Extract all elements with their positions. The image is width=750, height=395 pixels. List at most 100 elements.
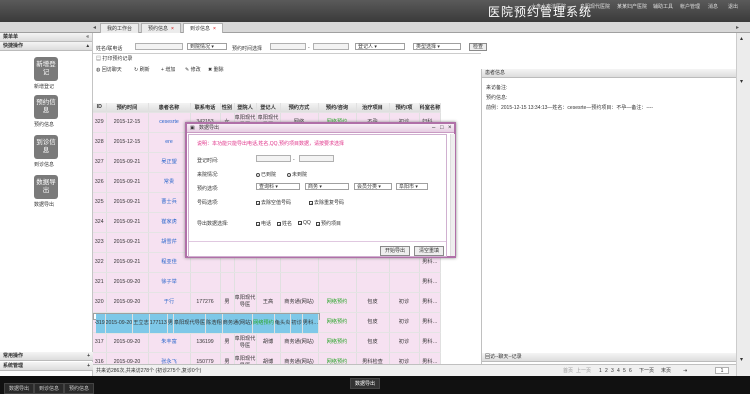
taskbar-item-appointments[interactable]: 预约信息 xyxy=(64,383,95,394)
registrar-select[interactable]: 登记人 ▾ xyxy=(355,43,405,50)
callback-chat-header[interactable]: 回访--聊天--记录 xyxy=(482,353,736,362)
sidebar-item-appointments[interactable]: 预约信息 xyxy=(34,121,54,128)
name-phone-input[interactable] xyxy=(135,43,183,50)
col-appt-method[interactable]: 预约方式 xyxy=(280,103,319,113)
sidebar-section[interactable]: 快捷操作 ▴ xyxy=(0,42,92,51)
close-icon[interactable]: × xyxy=(171,26,174,32)
topnav-item-3[interactable]: 辅助工具 xyxy=(653,3,673,10)
col-dept[interactable]: 科室名称 xyxy=(419,103,442,113)
close-icon[interactable]: × xyxy=(448,124,452,133)
col-visitor[interactable]: 登院人 xyxy=(234,103,257,113)
add-button[interactable]: + 增加 xyxy=(161,66,175,74)
checkbox-box: ✓ xyxy=(277,221,282,227)
export-name-checkbox[interactable]: ✓姓名 xyxy=(277,220,292,227)
visit-info-icon[interactable]: 到诊信息 xyxy=(34,135,58,159)
appt-time-end-input[interactable] xyxy=(313,43,349,50)
tab-visits[interactable]: 到诊信息 × xyxy=(182,23,223,33)
cell-id: 329 xyxy=(93,112,107,133)
export-qq-checkbox[interactable]: ✓QQ xyxy=(298,220,311,226)
topnav-item-0[interactable]: 六盘水李洁医院 xyxy=(531,3,566,10)
visit-arrived-radio[interactable]: 已到院 xyxy=(256,171,276,178)
chevron-up-icon[interactable]: ▴ xyxy=(740,35,743,42)
collapse-icon[interactable]: « xyxy=(86,33,89,42)
col-treatment[interactable]: 治疗项目 xyxy=(356,103,390,113)
reg-time-end-input[interactable] xyxy=(299,155,334,162)
scrollbar[interactable]: ▴ ▾ ▾ xyxy=(736,33,750,376)
visit-status-select[interactable]: 到院情况 ▾ xyxy=(187,43,227,50)
cell-name: 曹士兵 xyxy=(148,192,191,213)
search-button[interactable]: 检查 xyxy=(469,43,487,51)
maximize-icon[interactable]: □ xyxy=(440,124,444,133)
cell-id: 326 xyxy=(93,172,107,193)
remove-empty-checkbox[interactable]: ✓去除空值号码 xyxy=(256,199,291,206)
col-registrar[interactable]: 登记人 xyxy=(256,103,281,113)
dialog-scrollbar[interactable] xyxy=(450,134,455,256)
chevron-down-icon[interactable]: ▾ xyxy=(740,356,743,363)
table-row[interactable]: 321 2015-09-20 徐子举 男科… xyxy=(93,272,442,293)
status-bar: 共来访286次,共来访278个 (初诊275个,复诊0个) xyxy=(93,364,481,376)
dept-select[interactable]: 查询科 ▾ xyxy=(256,183,300,190)
delete-button[interactable]: ✖ 删除 xyxy=(208,66,224,74)
tab-appointments[interactable]: 预约信息 × xyxy=(141,23,181,33)
table-row[interactable]: 317 2015-09-20 朱丰富 136199 男阜阳现代导医 胡博 商务通(网站) 网络… xyxy=(93,332,442,353)
print-button[interactable]: ▤ 打印预约记录 xyxy=(96,55,132,63)
cell-item: 包皮 xyxy=(356,332,390,353)
cell-date: 2015-09-21 xyxy=(106,152,149,173)
pager-current-input[interactable]: 1 xyxy=(715,367,729,374)
export-fields-label: 导出数据选择: xyxy=(197,221,229,227)
topnav-item-6[interactable]: 退出 xyxy=(728,3,738,10)
callback-chat-label: 回访--聊天--记录 xyxy=(485,354,522,360)
tab-scroll-right-icon[interactable]: ▸ xyxy=(736,24,742,32)
appt-time-start-input[interactable] xyxy=(270,43,306,50)
table-row[interactable]: 320 2015-09-20 于行 177276 男阜阳现代导医 王高 商务通(网站) 网络预… xyxy=(93,292,442,313)
reset-button[interactable]: 清空重填 xyxy=(414,246,444,256)
edit-button[interactable]: ✎ 修改 xyxy=(185,66,201,74)
city-select[interactable]: 阜阳市 ▾ xyxy=(396,183,428,190)
checkbox-label: 电话 xyxy=(261,221,272,227)
topnav-item-2[interactable]: 某某妇产医院 xyxy=(617,3,647,10)
new-registration-icon[interactable]: 新增登记 xyxy=(34,57,58,81)
cell-reg: 阜阳现代导医 xyxy=(234,292,257,313)
taskbar-center-export[interactable]: 数据导出 xyxy=(350,378,381,389)
cell-phone: 177113 xyxy=(149,313,168,334)
col-phone[interactable]: 联系电话 xyxy=(190,103,221,113)
export-project-checkbox[interactable]: ✓预约项目 xyxy=(316,220,341,227)
reg-time-start-input[interactable] xyxy=(256,155,291,162)
topnav-item-5[interactable]: 消息 xyxy=(708,3,718,10)
col-consult[interactable]: 预约/咨询 xyxy=(318,103,357,113)
tab-scroll-left-icon[interactable]: ◂ xyxy=(93,24,99,32)
start-export-button[interactable]: 开始导出 xyxy=(380,246,410,256)
visit-not-arrived-radio[interactable]: 未到院 xyxy=(287,171,307,178)
sidebar-system-mgmt[interactable]: 系统管理 + xyxy=(0,362,93,371)
cell-id: 328 xyxy=(93,132,107,153)
export-phone-checkbox[interactable]: ✓电话 xyxy=(256,220,271,227)
appointment-info-icon[interactable]: 预约信息 xyxy=(34,95,58,119)
minimize-icon[interactable]: – xyxy=(432,124,435,133)
refresh-button[interactable]: ↻ 刷新 xyxy=(134,66,150,74)
data-export-icon[interactable]: 数据导出 xyxy=(34,175,58,199)
member-select[interactable]: 会员分类 ▾ xyxy=(354,183,392,190)
col-appt-item[interactable]: 预约/项 xyxy=(389,103,420,113)
callback-chat-button[interactable]: ◍ 回访聊天 xyxy=(96,66,122,74)
table-row[interactable]: 319 2015-09-20 王立志 177113 男阜阳现代导医 陈浩翔 商务通(网站) 网… xyxy=(93,312,321,334)
sidebar-common-ops[interactable]: 常用操作 + xyxy=(0,352,93,361)
sidebar-item-export[interactable]: 数据导出 xyxy=(34,201,54,208)
chevron-down-icon[interactable]: ▾ xyxy=(740,78,743,85)
sidebar-item-new-registration[interactable]: 新增登记 xyxy=(34,83,54,90)
col-id[interactable]: ID xyxy=(93,103,107,113)
dialog-title-bar[interactable]: ▣ 数据导出 – □ × xyxy=(187,124,454,133)
remove-duplicate-checkbox[interactable]: ✓去除重复号码 xyxy=(309,199,344,206)
taskbar-item-export[interactable]: 数据导出 xyxy=(4,383,35,394)
tab-workbench[interactable]: 我的工作台 xyxy=(100,23,140,33)
cell-reg: 阜阳现代导医 xyxy=(234,332,257,353)
type-select[interactable]: 类型选择 ▾ xyxy=(413,43,461,50)
col-appt-time[interactable]: 预约时间 xyxy=(106,103,149,113)
close-icon[interactable]: × xyxy=(213,26,216,32)
taskbar-item-visits[interactable]: 到诊信息 xyxy=(34,383,65,394)
col-sex[interactable]: 性别 xyxy=(220,103,235,113)
topnav-item-1[interactable]: 阜阳现代医院 xyxy=(580,3,610,10)
channel-select[interactable]: 商务 ▾ xyxy=(305,183,349,190)
col-patient-name[interactable]: 患者名称 xyxy=(148,103,191,113)
sidebar-item-visits[interactable]: 到诊信息 xyxy=(34,161,54,168)
topnav-item-4[interactable]: 帐户管理 xyxy=(680,3,700,10)
